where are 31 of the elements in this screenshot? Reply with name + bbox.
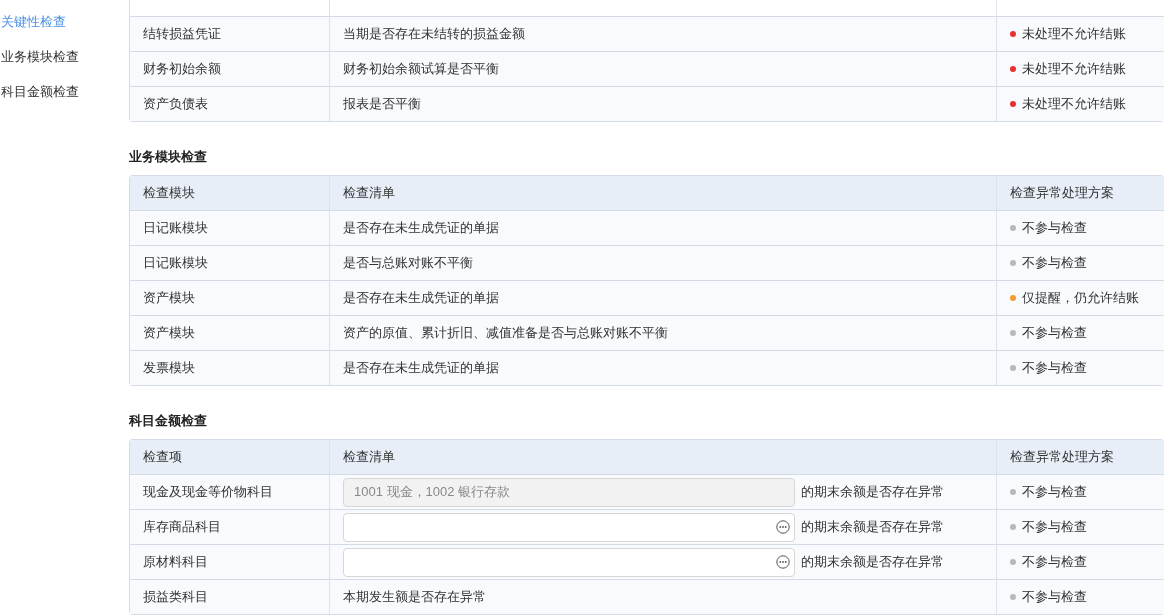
- status-text: 未处理不允许结账: [1022, 25, 1126, 43]
- status-text: 未处理不允许结账: [1022, 60, 1126, 78]
- table-cell: 发票模块: [130, 351, 330, 385]
- table-cell: 报表是否平衡: [330, 87, 997, 121]
- table-cell: 本期发生额是否存在异常: [330, 580, 997, 614]
- status-text: 仅提醒，仍允许结账: [1022, 289, 1139, 307]
- status-text: 不参与检查: [1022, 254, 1087, 272]
- input-field[interactable]: [343, 547, 795, 577]
- section-title: 科目金额检查: [129, 412, 208, 430]
- table-cell: 资产负债表: [130, 87, 330, 121]
- more-icon[interactable]: [776, 554, 790, 569]
- status-text: 不参与检查: [1022, 518, 1087, 536]
- section-title: 业务模块检查: [129, 148, 208, 166]
- sidebar-link[interactable]: 科目金额检查: [0, 83, 129, 101]
- more-icon[interactable]: [776, 519, 790, 534]
- status-text: 不参与检查: [1022, 219, 1087, 237]
- status-text: 不参与检查: [1022, 324, 1087, 342]
- field-suffix: 的期末余额是否存在异常: [801, 518, 944, 536]
- sidebar-link[interactable]: 业务模块检查: [0, 48, 129, 66]
- status-text: 不参与检查: [1022, 359, 1087, 377]
- status-text: 未处理不允许结账: [1022, 95, 1126, 113]
- status-text: 不参与检查: [1022, 588, 1087, 606]
- table-cell: 损益类科目: [130, 580, 330, 614]
- table-cell: 是否存在未生成凭证的单据: [330, 351, 997, 385]
- field-suffix: 的期末余额是否存在异常: [801, 483, 944, 501]
- column-header: 检查异常处理方案: [1009, 448, 1115, 466]
- status-text: 不参与检查: [1022, 553, 1087, 571]
- status-text: 不参与检查: [1022, 483, 1087, 501]
- input-field[interactable]: [343, 512, 795, 542]
- column-header: 检查异常处理方案: [1009, 184, 1115, 202]
- field-suffix: 的期末余额是否存在异常: [801, 553, 944, 571]
